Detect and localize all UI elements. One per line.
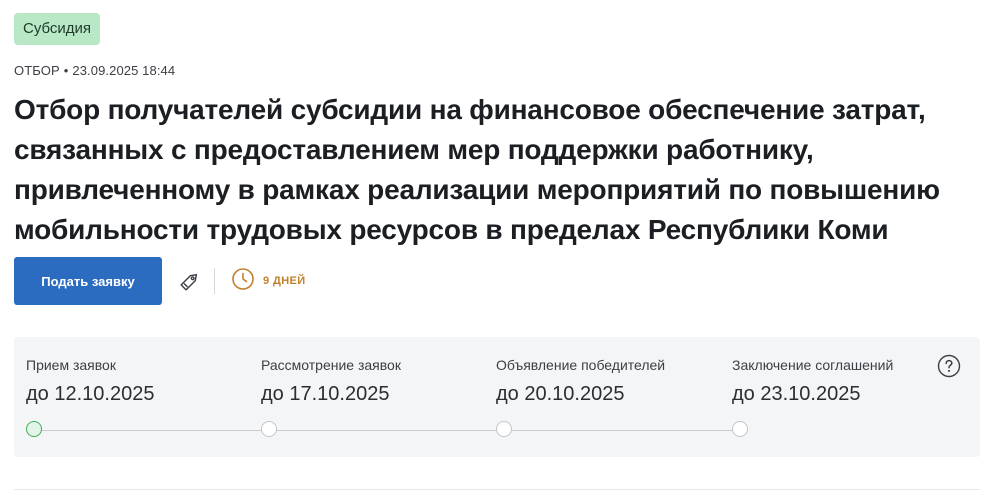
submit-application-button[interactable]: Подать заявку [14, 257, 162, 305]
tag-icon[interactable] [176, 267, 204, 295]
clock-icon [231, 267, 255, 296]
stage-date: до 17.10.2025 [261, 383, 390, 405]
timeline-node [496, 421, 512, 437]
days-remaining: 9 ДНЕЙ [263, 275, 306, 287]
timeline-panel: Прием заявок до 12.10.2025 Рассмотрение … [14, 337, 980, 457]
timeline-node-current [26, 421, 42, 437]
timeline-node [261, 421, 277, 437]
publication-datetime: 23.09.2025 18:44 [72, 63, 176, 78]
meta-separator: • [63, 63, 69, 78]
action-divider [214, 268, 215, 294]
timeline-track [34, 430, 740, 431]
stage-date: до 20.10.2025 [496, 383, 625, 405]
section-divider [14, 489, 980, 490]
stage-label: Объявление победителей [496, 357, 666, 373]
question-circle-icon[interactable] [937, 354, 961, 378]
stage-date: до 12.10.2025 [26, 383, 155, 405]
stage-date: до 23.10.2025 [732, 383, 861, 405]
stage-label: Прием заявок [26, 357, 116, 373]
category-badge: Субсидия [14, 13, 101, 45]
page-title: Отбор получателей субсидии на финансовое… [14, 94, 940, 245]
selection-type-label: ОТБОР [14, 63, 60, 78]
timeline-node [732, 421, 748, 437]
meta-line: ОТБОР • 23.09.2025 18:44 [14, 63, 175, 78]
stage-label: Заключение соглашений [732, 357, 894, 373]
deadline-indicator: 9 ДНЕЙ [231, 267, 306, 296]
stage-label: Рассмотрение заявок [261, 357, 401, 373]
action-bar: Подать заявку 9 ДНЕЙ [14, 257, 306, 305]
